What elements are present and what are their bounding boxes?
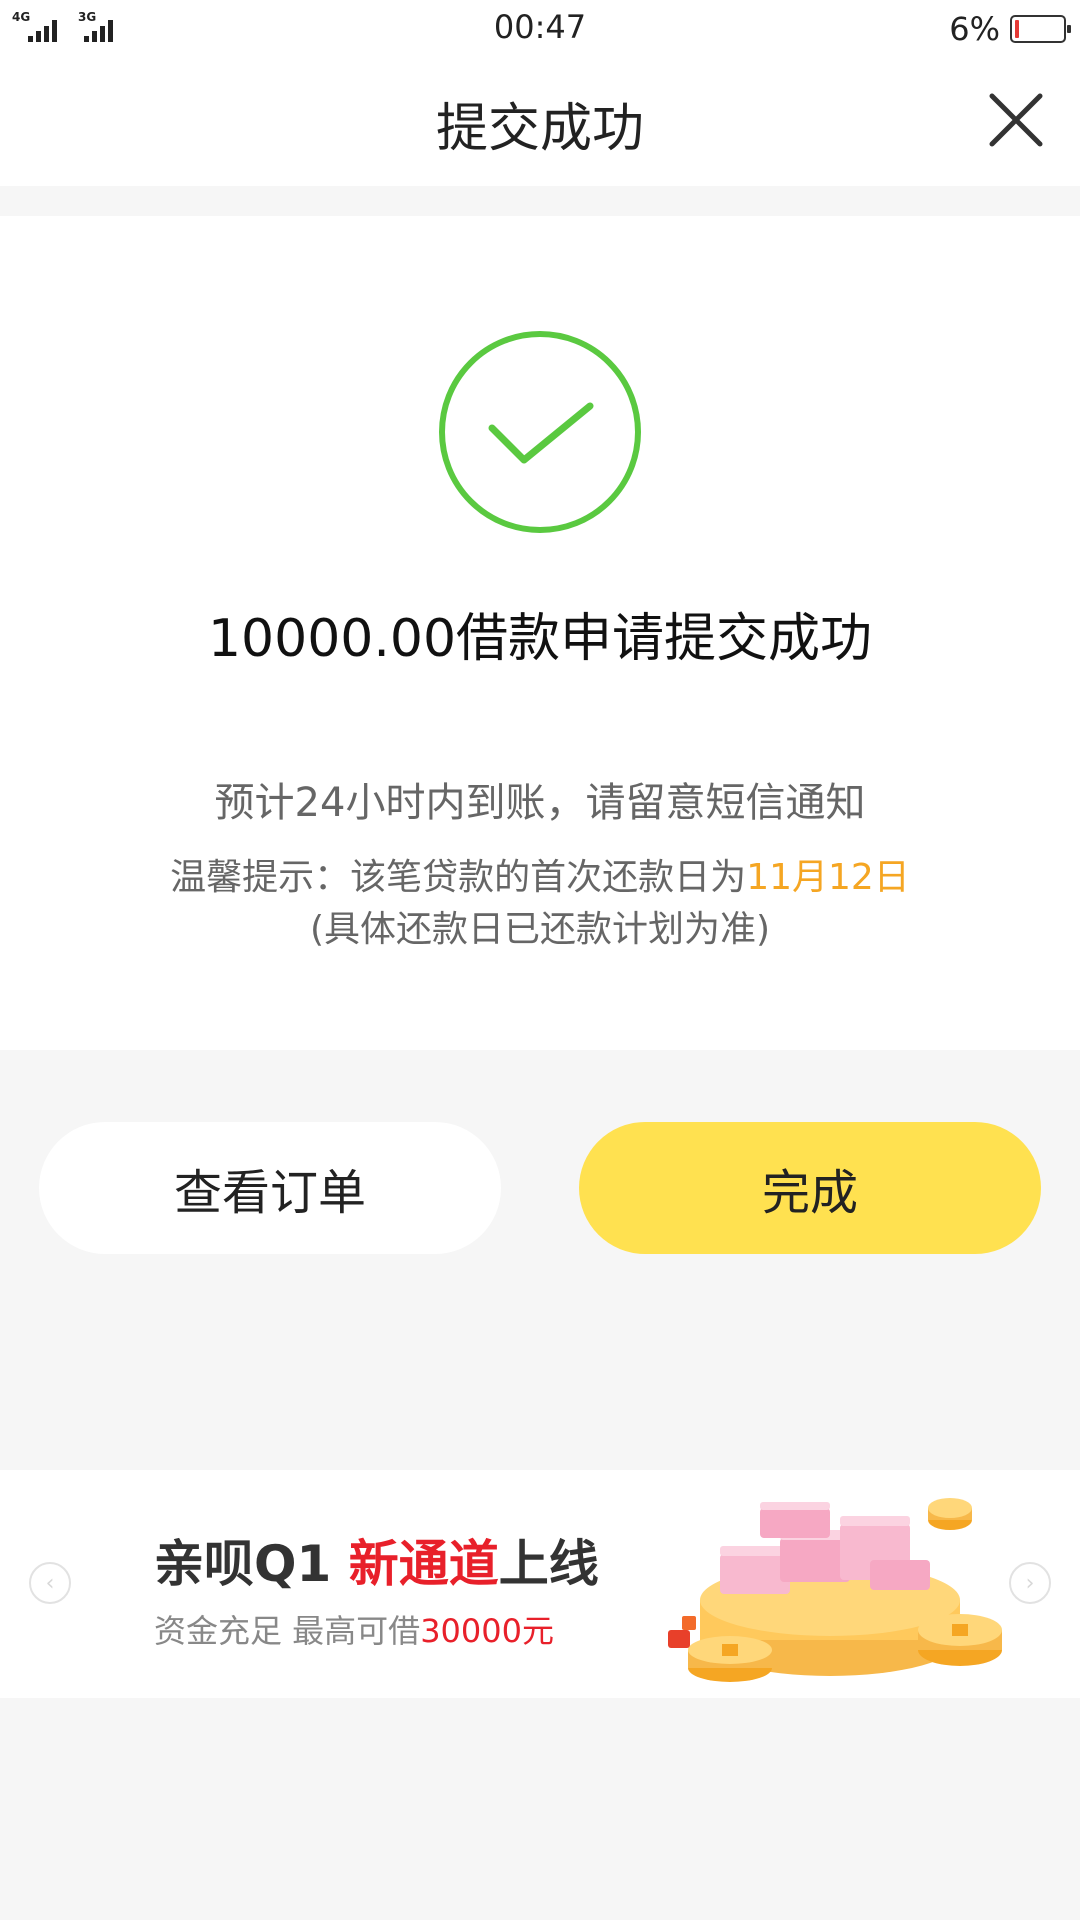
banner-headline-highlight: 新通道 bbox=[348, 1535, 499, 1593]
success-card: 10000.00借款申请提交成功 预计24小时内到账，请留意短信通知 温馨提示：… bbox=[0, 216, 1080, 1050]
status-bar: 4G 3G 00:47 6% bbox=[0, 0, 1080, 56]
promo-banner[interactable]: ‹ 亲呗Q1 新通道上线 资金充足 最高可借30000元 › bbox=[0, 1470, 1080, 1698]
view-order-button[interactable]: 查看订单 bbox=[39, 1122, 501, 1254]
nav-bar: 提交成功 bbox=[0, 56, 1080, 186]
money-stack-icon bbox=[668, 1498, 1002, 1682]
close-button[interactable] bbox=[986, 90, 1046, 150]
banner-headline-part1: 亲呗Q1 bbox=[154, 1535, 349, 1593]
battery-percent: 6% bbox=[949, 10, 1000, 48]
page-title: 提交成功 bbox=[435, 99, 644, 159]
banner-max-amount: 30000元 bbox=[420, 1612, 554, 1650]
battery-level bbox=[1015, 20, 1019, 38]
battery-indicator: 6% bbox=[949, 10, 1071, 48]
banner-prev-button[interactable]: ‹ bbox=[29, 1562, 71, 1604]
success-check bbox=[436, 328, 644, 536]
battery-icon bbox=[1010, 15, 1071, 43]
eta-text: 预计24小时内到账，请留意短信通知 bbox=[214, 780, 866, 826]
tip-note: (具体还款日已还款计划为准) bbox=[309, 909, 771, 950]
check-circle-icon bbox=[439, 331, 641, 533]
status-time: 00:47 bbox=[493, 8, 587, 46]
banner-sub-prefix: 资金充足 最高可借 bbox=[154, 1612, 421, 1650]
banner-next-button[interactable]: › bbox=[1009, 1562, 1051, 1604]
money-illustration bbox=[660, 1490, 1010, 1690]
tip-prefix: 温馨提示：该笔贷款的首次还款日为 bbox=[170, 857, 747, 898]
banner-headline: 亲呗Q1 新通道上线 bbox=[154, 1524, 599, 1596]
close-icon bbox=[989, 93, 1043, 147]
repayment-tip: 温馨提示：该笔贷款的首次还款日为11月12日 bbox=[0, 848, 1080, 900]
success-title: 10000.00借款申请提交成功 bbox=[207, 609, 873, 669]
chevron-left-icon: ‹ bbox=[45, 1570, 55, 1596]
banner-headline-part2: 上线 bbox=[498, 1535, 599, 1593]
screen: 4G 3G 00:47 6% 提交成功 10000.00借款申请提交成功 预计2… bbox=[0, 0, 1080, 1920]
done-button[interactable]: 完成 bbox=[579, 1122, 1041, 1254]
first-repayment-date: 11月12日 bbox=[746, 857, 910, 898]
chevron-right-icon: › bbox=[1025, 1570, 1035, 1596]
banner-subtitle: 资金充足 最高可借30000元 bbox=[154, 1606, 554, 1652]
